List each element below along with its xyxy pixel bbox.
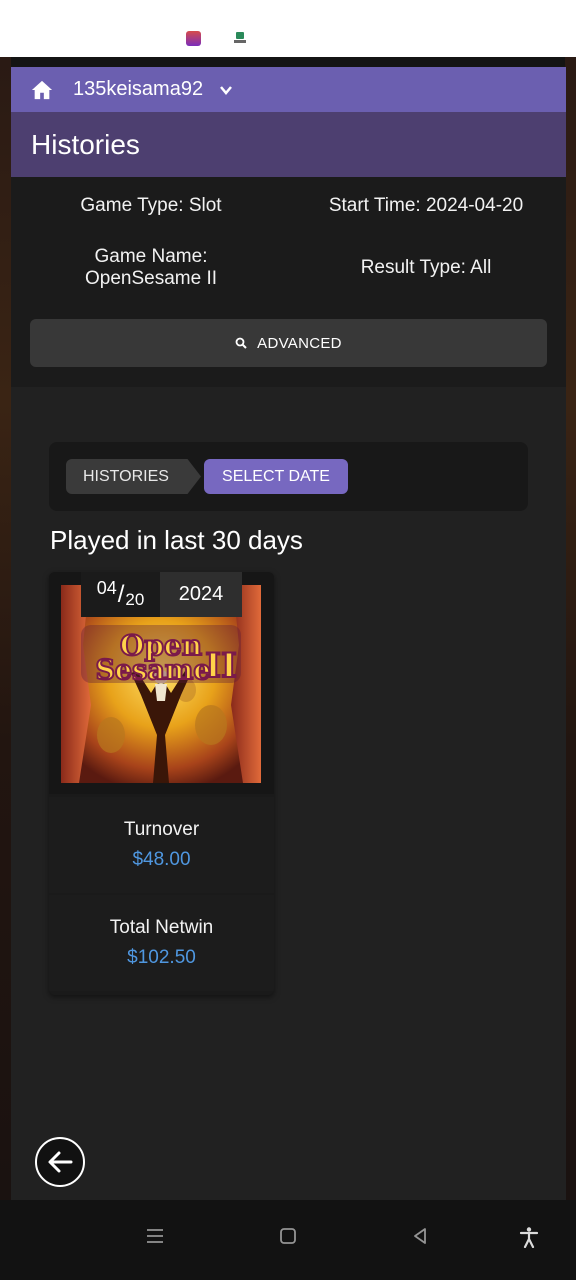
background-edge-right [565, 57, 576, 1200]
game-logo-numeral: II [205, 646, 237, 686]
game-name-text: Game Name: OpenSesame II [11, 246, 291, 290]
date-badge: 04/20 [81, 572, 160, 617]
result-type-text: Result Type: All [360, 257, 492, 278]
advanced-button[interactable]: ADVANCED [30, 319, 547, 367]
date-day: 20 [125, 589, 145, 609]
date-slash: / [117, 580, 125, 608]
turnover-label: Turnover [123, 819, 200, 840]
system-navigation-bar [0, 1200, 576, 1280]
breadcrumb: HISTORIES SELECT DATE [49, 442, 528, 511]
chevron-down-icon[interactable] [219, 83, 233, 97]
netwin-block: Total Netwin $102.50 [49, 895, 274, 991]
year-badge: 2024 [160, 572, 242, 617]
breadcrumb-histories[interactable]: HISTORIES [66, 459, 201, 494]
history-card[interactable]: Open Sesame II 04/20 2024 Turnover $48.0… [49, 572, 274, 995]
home-icon[interactable] [31, 79, 53, 101]
accessibility-icon[interactable] [518, 1226, 540, 1248]
app-notification-icon [186, 31, 201, 46]
back-triangle-icon[interactable] [410, 1226, 430, 1246]
page-title: Histories [31, 128, 140, 160]
game-name-value: OpenSesame II [84, 268, 218, 289]
section-title: Played in last 30 days [50, 525, 303, 555]
filter-summary: Game Type: Slot Start Time: 2024-04-20 G… [11, 177, 566, 387]
menu-icon[interactable] [145, 1226, 165, 1246]
card-image-area: Open Sesame II 04/20 2024 [49, 572, 274, 794]
background-edge-left [0, 57, 11, 1200]
app-panel: 135keisama92 Histories Game Type: Slot S… [11, 67, 566, 1200]
back-button[interactable] [35, 1137, 85, 1187]
game-type-text: Game Type: Slot [80, 195, 222, 216]
turnover-block: Turnover $48.00 [49, 797, 274, 893]
top-navbar: 135keisama92 [11, 67, 566, 112]
username-label[interactable]: 135keisama92 [73, 78, 203, 101]
search-icon [235, 337, 247, 349]
back-arrow-icon [48, 1151, 73, 1173]
netwin-value: $102.50 [127, 947, 196, 968]
start-time-text: Start Time: 2024-04-20 [328, 195, 524, 216]
breadcrumb-select-date[interactable]: SELECT DATE [204, 459, 348, 494]
title-bar: Histories [11, 112, 566, 177]
home-square-icon[interactable] [278, 1226, 298, 1246]
advanced-label: ADVANCED [257, 334, 342, 352]
game-name-label: Game Name: [94, 246, 208, 267]
date-month: 04 [96, 578, 117, 598]
turnover-value: $48.00 [132, 849, 191, 870]
netwin-label: Total Netwin [109, 917, 214, 938]
vpn-notification-icon [234, 32, 246, 43]
game-logo-line2: Sesame [95, 655, 210, 686]
status-bar [0, 0, 576, 57]
